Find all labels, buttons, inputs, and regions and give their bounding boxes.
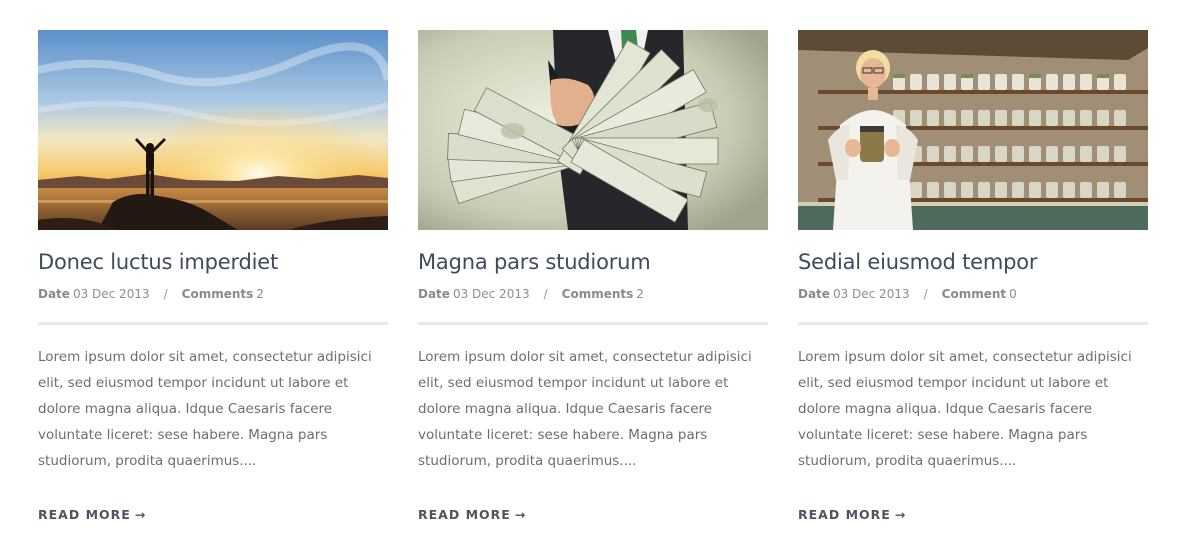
arrow-right-icon: →: [134, 506, 146, 522]
arrow-right-icon: →: [514, 506, 526, 522]
comments-link[interactable]: Comment: [942, 287, 1006, 301]
meta-separator: /: [543, 287, 548, 301]
post-excerpt: Lorem ipsum dolor sit amet, consectetur …: [38, 349, 372, 469]
read-more-link[interactable]: READ MORE →: [798, 507, 905, 522]
post-date: 03 Dec 2013: [452, 287, 530, 301]
post-meta: Date 03 Dec 2013 / Comments 2: [38, 285, 388, 303]
post-title[interactable]: Sedial eiusmod tempor: [798, 248, 1148, 276]
blog-post-grid: Donec luctus imperdiet Date 03 Dec 2013/C…: [38, 30, 1148, 524]
read-more-link[interactable]: READ MORE →: [38, 507, 145, 522]
sunset-image: [38, 30, 388, 230]
money-fan-image: [418, 30, 768, 230]
post-date: 03 Dec 2013: [72, 287, 150, 301]
meta-separator: /: [163, 287, 168, 301]
post-thumbnail-sunset[interactable]: [38, 30, 388, 230]
comments-link[interactable]: Comments: [562, 287, 634, 301]
card-divider: [418, 322, 768, 325]
blog-card: Magna pars studiorum Date 03 Dec 2013 / Com…: [418, 30, 768, 524]
read-more-label: READ MORE: [798, 506, 891, 522]
post-title[interactable]: Magna pars studiorum: [418, 248, 768, 276]
comments-count: 2: [636, 287, 644, 301]
comments-count: 0: [1009, 287, 1017, 301]
post-meta: Date 03 Dec 2013 / Comment 0: [798, 285, 1148, 303]
comments-count: 2: [256, 287, 264, 301]
post-excerpt: Lorem ipsum dolor sit amet, consectetur …: [418, 349, 752, 469]
arrow-right-icon: →: [894, 506, 906, 522]
date-label: Date: [798, 287, 830, 301]
post-excerpt: Lorem ipsum dolor sit amet, consectetur …: [798, 349, 1132, 469]
shopkeeper-image: [798, 30, 1148, 230]
meta-separator: /: [923, 287, 928, 301]
post-date: 03 Dec 2013: [832, 287, 910, 301]
date-label: Date: [38, 287, 70, 301]
comments-link[interactable]: Comments: [182, 287, 254, 301]
read-more-link[interactable]: READ MORE →: [418, 507, 525, 522]
read-more-label: READ MORE: [38, 506, 131, 522]
card-divider: [798, 322, 1148, 325]
post-title[interactable]: Donec luctus imperdiet: [38, 248, 388, 276]
post-meta: Date 03 Dec 2013 / Comments 2: [418, 285, 768, 303]
card-divider: [38, 322, 388, 325]
blog-card: Sedial eiusmod tempor Date 03 Dec 2013 / Co…: [798, 30, 1148, 524]
post-thumbnail-shop[interactable]: [798, 30, 1148, 230]
read-more-label: READ MORE: [418, 506, 511, 522]
blog-card: Donec luctus imperdiet Date 03 Dec 2013 / C…: [38, 30, 388, 524]
post-thumbnail-money[interactable]: [418, 30, 768, 230]
date-label: Date: [418, 287, 450, 301]
